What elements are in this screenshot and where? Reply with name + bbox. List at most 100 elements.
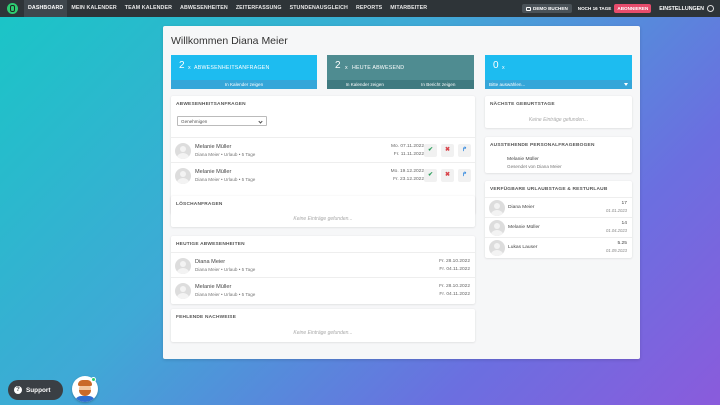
missing-card: FEHLENDE NACHWEISE Keine Einträge gefund… <box>171 309 475 342</box>
stat-label: HEUTE ABWESEND <box>352 65 405 71</box>
avatar <box>175 143 191 159</box>
reject-icon[interactable]: ✖ <box>441 144 454 157</box>
card-title: ABWESENHEITSANFRAGEN <box>176 102 246 107</box>
chevron-down-icon <box>258 118 263 124</box>
nav-mitarbeiter[interactable]: MITARBEITER <box>386 0 431 17</box>
empty-message: Keine Einträge gefunden... <box>293 330 353 336</box>
request-detail: Diana Meier • Urlaub • 5 Tage <box>195 177 256 182</box>
request-name: Melanie Müller <box>195 144 232 150</box>
stat-label: ABWESENHEITSANFRAGEN <box>194 65 270 71</box>
request-name: Melanie Müller <box>195 169 232 175</box>
vacation-days: 14 <box>621 221 627 226</box>
empty-message: Keine Einträge gefunden... <box>528 117 589 123</box>
support-label: Support <box>26 386 51 394</box>
stat-prefix: x <box>188 65 191 71</box>
show-in-calendar-link[interactable]: In Kalender zeigen <box>225 82 263 87</box>
avatar <box>489 240 505 256</box>
vacation-card: VERFÜGBARE URLAUBSTAGE & RESTURLAUB Dian… <box>485 181 632 258</box>
list-item: Melanie Müller 14 01.04.2023 <box>485 217 632 237</box>
employee-name: Lukas Lauser <box>508 245 538 250</box>
absence-name: Diana Meier <box>195 259 226 265</box>
list-item: Diana Meier Diana Meier • Urlaub • 5 Tag… <box>171 252 475 277</box>
stat-prefix: x <box>502 65 505 71</box>
avatar <box>175 258 191 274</box>
online-status-icon <box>91 377 96 382</box>
demo-button-label: DEMO BUCHEN <box>533 6 568 11</box>
absence-to: Fr. 04.11.2022 <box>439 292 470 297</box>
dashboard-panel: Willkommen Diana Meier 2 x ABWESENHEITSA… <box>163 26 640 359</box>
absence-detail: Diana Meier • Urlaub • 5 Tage <box>195 267 256 272</box>
birthdays-card: NÄCHSTE GEBURTSTAGE Keine Einträge gefun… <box>485 96 632 128</box>
nav-zeiterfassung[interactable]: ZEITERFASSUNG <box>232 0 286 17</box>
card-title: FEHLENDE NACHWEISE <box>176 315 237 320</box>
trial-remaining: NOCH 16 TAGE <box>577 6 612 11</box>
filter-select-value: Genehmigen <box>181 119 208 124</box>
card-title: AUSSTEHENDE PERSONALFRAGEBOGEN <box>490 143 595 148</box>
forward-icon[interactable]: ↱ <box>458 169 471 182</box>
subscribe-button[interactable]: ABONNIEREN <box>614 4 652 13</box>
list-item: Melanie Müller Diana Meier • Urlaub • 5 … <box>171 137 475 162</box>
vacation-days: 17 <box>621 201 627 206</box>
questionnaires-card: AUSSTEHENDE PERSONALFRAGEBOGEN Melanie M… <box>485 137 632 173</box>
vacation-date: 01.04.2023 <box>606 228 627 233</box>
nav-stundenausgleich[interactable]: STUNDENAUSGLEICH <box>286 0 352 17</box>
show-in-report-link[interactable]: In Bericht zeigen <box>421 82 455 87</box>
top-navigation: DASHBOARD MEIN KALENDER TEAM KALENDER AB… <box>0 0 720 17</box>
stat-custom: 0 x Bitte auswählen... <box>485 55 632 89</box>
today-card: HEUTIGE ABWESENHEITEN Diana Meier Diana … <box>171 236 475 304</box>
absence-from: Fr. 28.10.2022 <box>439 259 470 264</box>
gear-icon[interactable] <box>707 5 714 12</box>
demo-button[interactable]: DEMO BUCHEN <box>522 4 572 13</box>
absence-from: Fr. 28.10.2022 <box>439 284 470 289</box>
avatar <box>489 200 505 216</box>
questionnaire-name[interactable]: Melanie Müller <box>507 157 539 162</box>
vacation-date: 01.01.2023 <box>606 208 627 213</box>
nav-mein-kalender[interactable]: MEIN KALENDER <box>67 0 120 17</box>
nav-team-kalender[interactable]: TEAM KALENDER <box>121 0 176 17</box>
list-item: Diana Meier 17 01.01.2023 <box>485 197 632 217</box>
stat-prefix: x <box>345 65 348 71</box>
stat-count: 2 <box>179 60 185 71</box>
nav-dashboard[interactable]: DASHBOARD <box>24 0 68 17</box>
stat-footer: In Kalender zeigen In Bericht zeigen <box>327 80 474 89</box>
deletions-card: LÖSCHANFRAGEN Keine Einträge gefunden... <box>171 196 475 227</box>
help-icon: ? <box>14 386 22 394</box>
stat-select-placeholder: Bitte auswählen... <box>489 82 526 87</box>
absence-name: Melanie Müller <box>195 284 232 290</box>
settings-link[interactable]: EINSTELLUNGEN <box>659 6 704 12</box>
show-in-calendar-link[interactable]: In Kalender zeigen <box>346 82 384 87</box>
approve-icon[interactable]: ✔ <box>424 144 437 157</box>
stat-count: 0 <box>493 60 499 71</box>
chevron-down-icon <box>624 83 628 86</box>
page-title: Willkommen Diana Meier <box>171 35 288 47</box>
absence-detail: Diana Meier • Urlaub • 5 Tage <box>195 292 256 297</box>
stat-select[interactable]: Bitte auswählen... <box>485 80 632 89</box>
list-item: Lukas Lauser 5.25 01.09.2023 <box>485 237 632 257</box>
request-to: Fr. 23.12.2022 <box>393 177 424 182</box>
forward-icon[interactable]: ↱ <box>458 144 471 157</box>
request-to: Fr. 11.11.2022 <box>393 152 424 157</box>
request-detail: Diana Meier • Urlaub • 5 Tage <box>195 152 256 157</box>
approve-icon[interactable]: ✔ <box>424 169 437 182</box>
support-button[interactable]: ? Support <box>8 380 63 400</box>
card-title: LÖSCHANFRAGEN <box>176 202 223 207</box>
nav-abwesenheiten[interactable]: ABWESENHEITEN <box>176 0 232 17</box>
vacation-days: 5.25 <box>617 241 627 246</box>
employee-name: Diana Meier <box>508 205 535 210</box>
employee-name: Melanie Müller <box>508 225 540 230</box>
app-logo-icon[interactable] <box>7 3 18 14</box>
questionnaire-detail: Gesendet von Diana Meier <box>507 164 562 169</box>
stat-heute-abwesend: 2 x HEUTE ABWESEND In Kalender zeigen In… <box>327 55 474 89</box>
stat-footer: In Kalender zeigen <box>171 80 317 89</box>
vacation-date: 01.09.2023 <box>606 248 627 253</box>
absence-to: Fr. 04.11.2022 <box>439 267 470 272</box>
stat-count: 2 <box>335 60 341 71</box>
card-title: NÄCHSTE GEBURTSTAGE <box>490 102 555 107</box>
nav-reports[interactable]: REPORTS <box>352 0 386 17</box>
empty-message: Keine Einträge gefunden... <box>293 216 353 222</box>
card-title: VERFÜGBARE URLAUBSTAGE & RESTURLAUB <box>490 187 608 192</box>
monitor-icon <box>526 6 532 11</box>
reject-icon[interactable]: ✖ <box>441 169 454 182</box>
filter-select[interactable]: Genehmigen <box>177 116 267 126</box>
avatar <box>489 220 505 236</box>
